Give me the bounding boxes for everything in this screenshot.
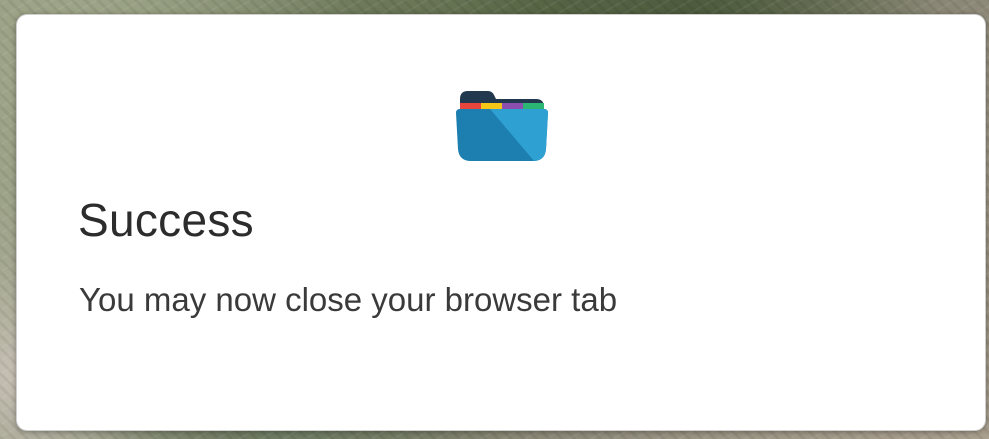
page-title: Success — [78, 194, 254, 246]
success-dialog: Success You may now close your browser t… — [16, 14, 986, 431]
status-message: You may now close your browser tab — [79, 281, 618, 318]
folder-icon — [456, 91, 548, 161]
